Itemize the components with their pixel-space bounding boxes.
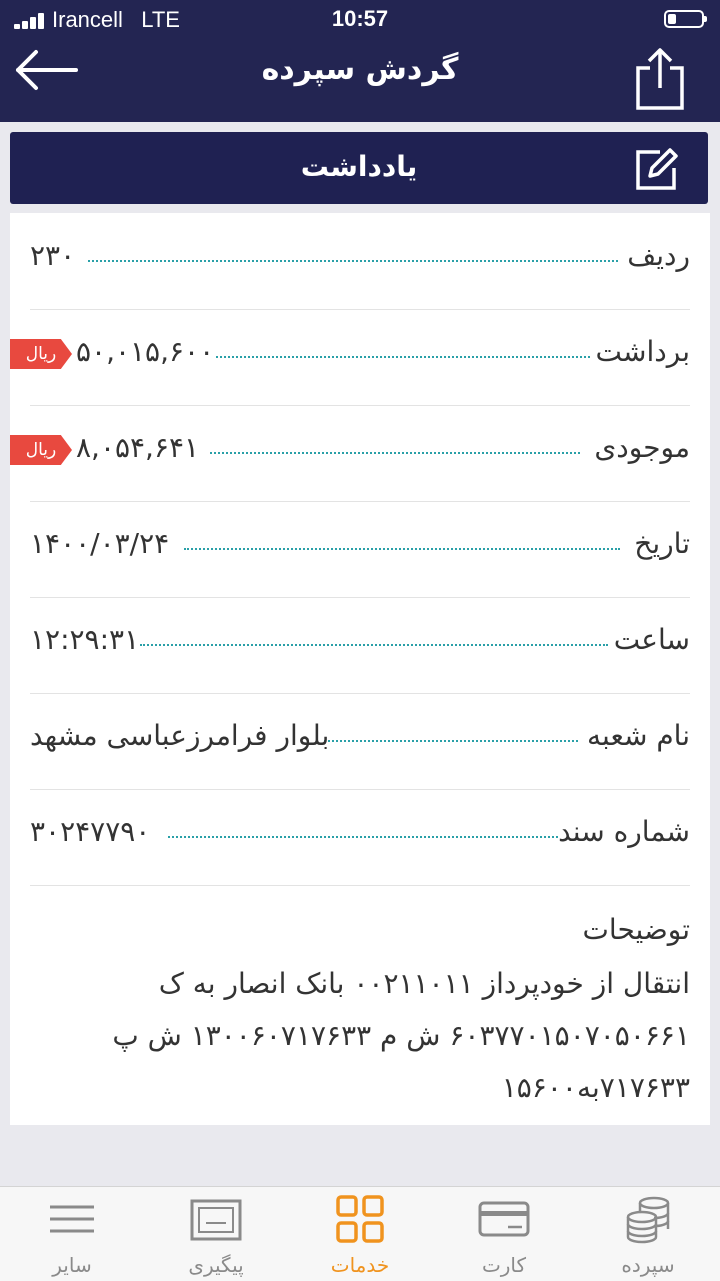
clock: 10:57 (331, 6, 389, 31)
detail-label: نام شعبه (587, 719, 690, 752)
detail-row-date: تاریخ ۱۴۰۰/۰۳/۲۴ (30, 501, 690, 598)
tab-label: سپرده (621, 1253, 675, 1277)
detail-row-document-number: شماره سند ۳۰۲۴۷۷۹۰ (30, 789, 690, 886)
detail-label: موجودی (594, 431, 690, 464)
tab-label: کارت (481, 1253, 527, 1277)
detail-label: برداشت (595, 335, 690, 368)
detail-value: ۲۳۰ (30, 239, 76, 272)
detail-row-withdrawal: برداشت ۵۰,۰۱۵,۶۰۰ ریال (10, 309, 690, 406)
note-button[interactable]: یادداشت (10, 132, 708, 204)
tab-deposit[interactable]: سپرده (576, 1187, 720, 1281)
currency-tag: ریال (10, 339, 72, 369)
detail-label: ردیف (627, 239, 690, 272)
detail-row-index: ردیف ۲۳۰ (30, 213, 690, 310)
status-bar: Irancell LTE 10:57 (0, 0, 720, 40)
detail-label: ساعت (613, 623, 690, 656)
detail-label: تاریخ (634, 527, 690, 560)
tab-other[interactable]: سایر (0, 1187, 144, 1281)
note-label: یادداشت (300, 150, 418, 183)
tab-tracking[interactable]: پیگیری (144, 1187, 288, 1281)
transaction-details-card: ردیف ۲۳۰ برداشت ۵۰,۰۱۵,۶۰۰ ریال موجودی ۸… (10, 213, 710, 1125)
tab-label: خدمات (330, 1253, 390, 1277)
tracking-icon (190, 1199, 242, 1241)
tab-card[interactable]: کارت (432, 1187, 576, 1281)
battery-icon (664, 10, 707, 28)
currency-tag: ریال (10, 435, 72, 465)
app-header: Irancell LTE 10:57 گردش سپرده (0, 0, 720, 122)
coins-icon (626, 1196, 670, 1244)
description-title: توضیحات (582, 913, 690, 946)
description-text: انتقال از خودپرداز ۰۰۲۱۱۰۱۱ بانک انصار ب… (112, 967, 690, 1104)
detail-value: بلوار فرامرزعباسی مشهد (30, 719, 330, 752)
page-title: گردش سپرده (261, 52, 459, 87)
arrow-left-icon[interactable] (14, 48, 78, 92)
detail-value: ۸,۰۵۴,۶۴۱ (76, 431, 200, 464)
edit-icon (634, 146, 680, 192)
detail-value: ۳۰۲۴۷۷۹۰ (30, 815, 151, 848)
detail-row-time: ساعت ۱۲:۲۹:۳۱ (30, 597, 690, 694)
tab-label: پیگیری (188, 1253, 244, 1277)
detail-row-branch: نام شعبه بلوار فرامرزعباسی مشهد (30, 693, 690, 790)
services-grid-icon (336, 1195, 384, 1243)
detail-value: ۱۲:۲۹:۳۱ (30, 623, 140, 656)
detail-label: شماره سند (558, 815, 690, 848)
tab-label: سایر (52, 1253, 92, 1277)
share-icon[interactable] (632, 46, 688, 112)
menu-icon (50, 1205, 94, 1233)
card-icon (478, 1201, 530, 1237)
detail-row-balance: موجودی ۸,۰۵۴,۶۴۱ ریال (10, 405, 690, 502)
detail-value: ۵۰,۰۱۵,۶۰۰ (76, 335, 215, 368)
detail-value: ۱۴۰۰/۰۳/۲۴ (30, 527, 170, 560)
tab-services[interactable]: خدمات (288, 1187, 432, 1281)
bottom-tab-bar: سایر پیگیری خدمات کارت سپرده (0, 1186, 720, 1281)
